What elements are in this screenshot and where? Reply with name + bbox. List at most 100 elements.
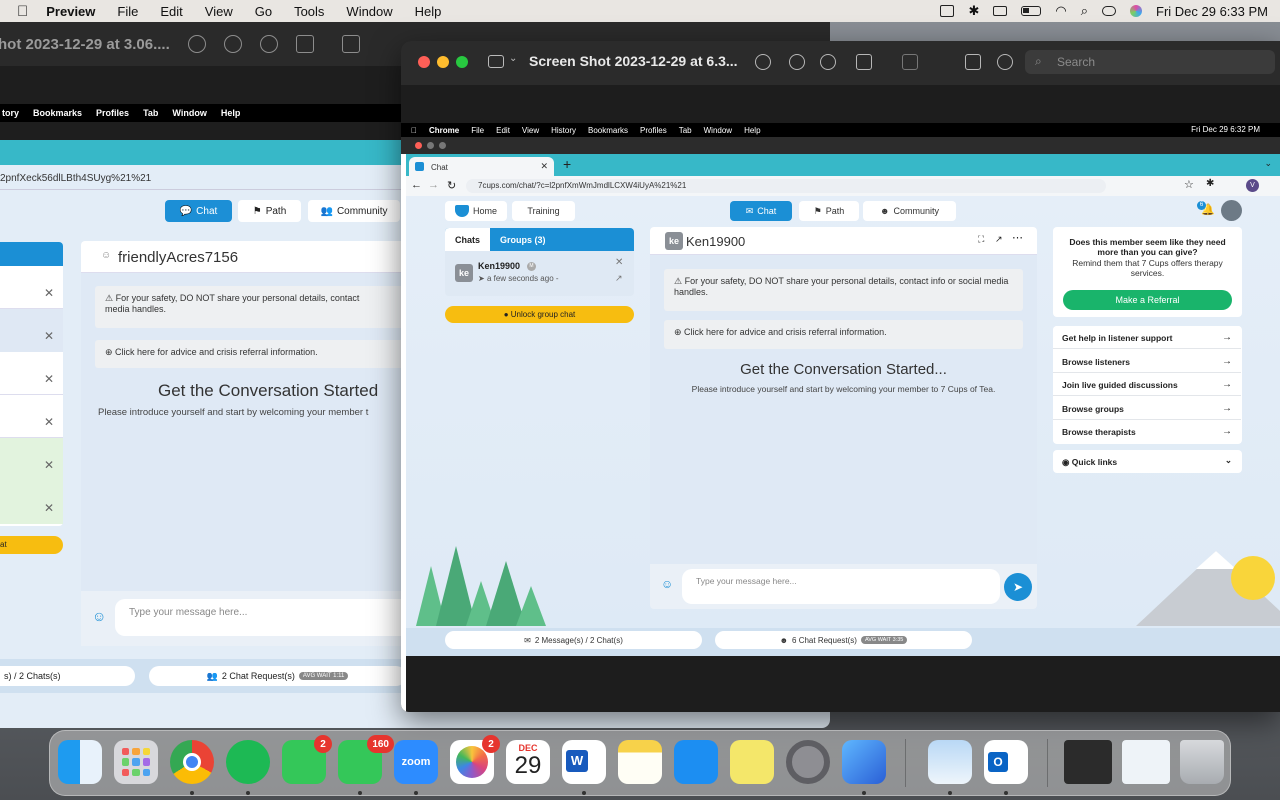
info-icon[interactable] [187, 35, 206, 53]
zoom-icon[interactable]: zoom [394, 740, 438, 784]
finder-icon[interactable] [58, 740, 102, 784]
emoji-icon[interactable]: ☺ [92, 608, 106, 624]
zoom-window-button[interactable] [456, 56, 468, 68]
make-referral-button: Make a Referral [1063, 290, 1232, 310]
links-card: Get help in listener support → Browse lis… [1053, 326, 1242, 444]
wifi-icon[interactable]: ◠ [1055, 3, 1066, 19]
recent-window-2[interactable] [1122, 740, 1170, 784]
menu-tools[interactable]: Tools [294, 4, 324, 19]
copilot-icon[interactable] [842, 740, 886, 784]
menu-help[interactable]: Help [415, 4, 442, 19]
app-store-icon[interactable] [674, 740, 718, 784]
sidebar-toggle-icon[interactable] [488, 55, 504, 68]
recent-window-1[interactable] [1064, 740, 1112, 784]
bluetooth-icon[interactable]: ✱ [968, 3, 979, 19]
screenshot-content:  Chrome File Edit View History Bookmark… [401, 123, 1280, 712]
system-settings-icon[interactable] [786, 740, 830, 784]
menu-tab[interactable]: Tab [143, 108, 158, 118]
inner-addressbar: ← → ↻ 7cups.com/chat/?c=l2pnfXmWmJmdlLCX… [406, 176, 1280, 196]
back-nav-chat[interactable]: 💬 Chat [165, 200, 232, 222]
menu-help[interactable]: Help [221, 108, 241, 118]
menu-profiles[interactable]: Profiles [96, 108, 129, 118]
dock: 2 160 zoom 2 DEC 29 W O [49, 730, 1231, 796]
extensions-icon: ✱ [1206, 178, 1215, 189]
menu-window[interactable]: Window [172, 108, 206, 118]
back-nav-path[interactable]: ⚑ Path [238, 200, 301, 222]
control-center-icon[interactable] [1102, 6, 1116, 16]
siri-icon[interactable] [1130, 5, 1142, 17]
back-close-icons[interactable]: ✕ ✕ ✕ ✕ ✕ ✕ [44, 272, 54, 530]
menu-app-name[interactable]: Preview [46, 4, 95, 19]
display-icon[interactable] [993, 6, 1008, 16]
menu-go[interactable]: Go [255, 4, 272, 19]
zoom-in-icon[interactable] [820, 54, 836, 70]
inner-tab-chats-label: Chats [454, 235, 480, 245]
trees-illustration [416, 546, 546, 626]
outlook-icon[interactable]: O [984, 740, 1028, 784]
markup-icon[interactable] [902, 54, 918, 70]
back-advice-link[interactable]: ⊕ Click here for advice and crisis refer… [95, 340, 411, 368]
zoom-out-icon[interactable] [789, 54, 805, 70]
back-footer-messages[interactable]: s) / 2 Chats(s) [0, 666, 135, 686]
keyboard-icon[interactable] [940, 5, 955, 17]
menu-view[interactable]: View [205, 4, 233, 19]
minimize-window-button[interactable] [437, 56, 449, 68]
inner-menu-profiles: Profiles [634, 125, 667, 135]
share-icon[interactable] [856, 54, 872, 70]
share-icon[interactable] [295, 35, 314, 53]
back-unlock-button[interactable]: at [0, 536, 63, 554]
rotate-icon[interactable] [965, 54, 981, 70]
inner-menu-bookmarks: Bookmarks [582, 125, 628, 135]
search-placeholder: Search [1057, 55, 1096, 69]
link-browse-listeners: Browse listeners → [1053, 350, 1241, 373]
markup-icon[interactable] [341, 35, 360, 53]
link-browse-therapists: Browse therapists → [1053, 420, 1241, 443]
menu-edit[interactable]: Edit [160, 4, 182, 19]
chrome-icon[interactable] [170, 740, 214, 784]
back-message-input[interactable]: Type your message here... [115, 599, 411, 636]
messages-icon[interactable]: 160 [338, 735, 394, 784]
inner-nav-community: ☻ Community [863, 201, 956, 221]
launchpad-icon[interactable] [114, 740, 158, 784]
outlook-letter: O [988, 752, 1008, 772]
stickies-icon[interactable] [730, 740, 774, 784]
apple-icon[interactable]:  [17, 3, 28, 20]
back-footer-requests[interactable]: 👥 2 Chat Request(s) AVG WAIT 1:11 [149, 666, 406, 686]
back-nav-chat-label: Chat [196, 205, 218, 217]
zoom-in-icon[interactable] [259, 35, 278, 53]
battery-icon[interactable] [1021, 6, 1042, 16]
back-url[interactable]: 2pnfXeck56dlLBth4SUyg%21%21 [0, 173, 151, 184]
more-icon: ⋯ [1012, 232, 1023, 244]
back-avg-wait-badge: AVG WAIT 1:11 [298, 672, 349, 680]
menu-history-fragment[interactable]: tory [2, 108, 19, 118]
menu-window[interactable]: Window [346, 4, 392, 19]
chevron-down-icon[interactable]: ⌄ [509, 53, 517, 64]
clock[interactable]: Fri Dec 29 6:33 PM [1156, 4, 1268, 19]
inner-chat-list: Chats Groups (3) ke Ken19900 M ➤ a few s… [445, 228, 634, 296]
inner-nav-training: Training [512, 201, 575, 221]
menu-file[interactable]: File [117, 4, 138, 19]
back-safety-text-2: media handles. [105, 304, 167, 314]
info-icon[interactable] [755, 54, 771, 70]
photos-badge: 2 [482, 735, 500, 753]
notes-icon[interactable] [618, 740, 662, 784]
spotlight-icon[interactable]: ⌕ [1081, 3, 1088, 19]
back-nav-community[interactable]: 👥 Community [308, 200, 400, 222]
photos-icon[interactable]: 2 [450, 735, 500, 784]
inner-tab-title: Chat [431, 163, 448, 172]
back-footer-messages-label: s) / 2 Chats(s) [4, 671, 61, 681]
close-window-button[interactable] [418, 56, 430, 68]
inner-tab-groups-label: Groups (3) [500, 235, 546, 245]
back-input-placeholder: Type your message here... [129, 607, 248, 618]
preview-icon[interactable] [928, 740, 972, 784]
menu-bookmarks[interactable]: Bookmarks [33, 108, 82, 118]
trash-icon[interactable] [1180, 740, 1224, 784]
facetime-icon[interactable]: 2 [282, 735, 332, 784]
calendar-icon[interactable]: DEC 29 [506, 740, 550, 784]
search-input[interactable]: ⌕ Search [1025, 50, 1275, 74]
markup-toolbar-icon[interactable] [997, 54, 1013, 70]
spotify-icon[interactable] [226, 740, 270, 784]
users-icon: ☻ [779, 635, 789, 645]
word-icon[interactable]: W [562, 740, 606, 784]
zoom-out-icon[interactable] [223, 35, 242, 53]
